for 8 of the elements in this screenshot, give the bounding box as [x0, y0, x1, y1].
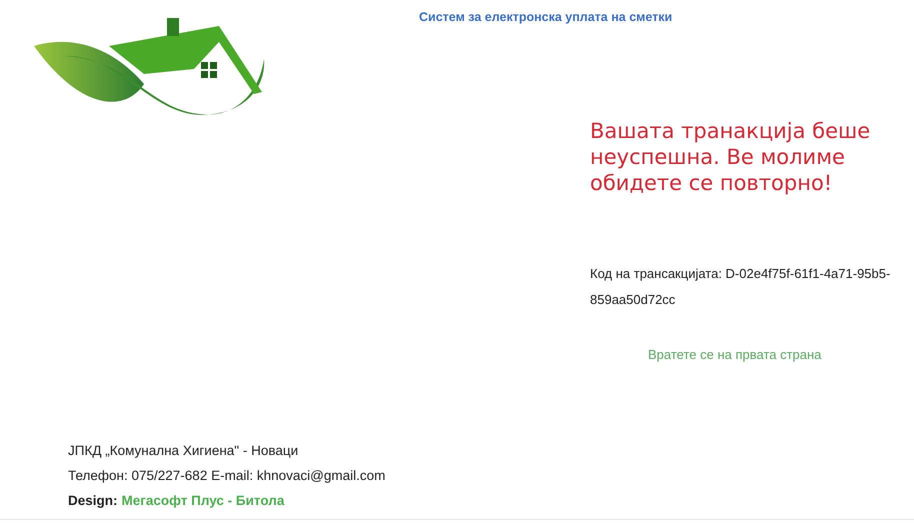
transaction-code: Код на трансакцијата: D-02e4f75f-61f1-4a71-95b5-859aa50d72cc: [590, 265, 892, 309]
design-label: Design:: [68, 492, 118, 510]
error-message: Вашата транакција беше неуспешна. Ве молиме обидете се повторно!: [590, 118, 872, 196]
designer-link[interactable]: Мегасофт Плус - Битола: [122, 488, 284, 513]
page-title: Систем за електронска уплата на сметки: [419, 10, 672, 24]
home-link[interactable]: Вратете се на првата страна: [648, 347, 822, 362]
company-name: ЈПКД „Комунална Хигиена" - Новаци: [68, 442, 300, 460]
contact-info: Телефон: 075/227-682 E-mail: khnovaci@gmail.com: [68, 467, 386, 485]
